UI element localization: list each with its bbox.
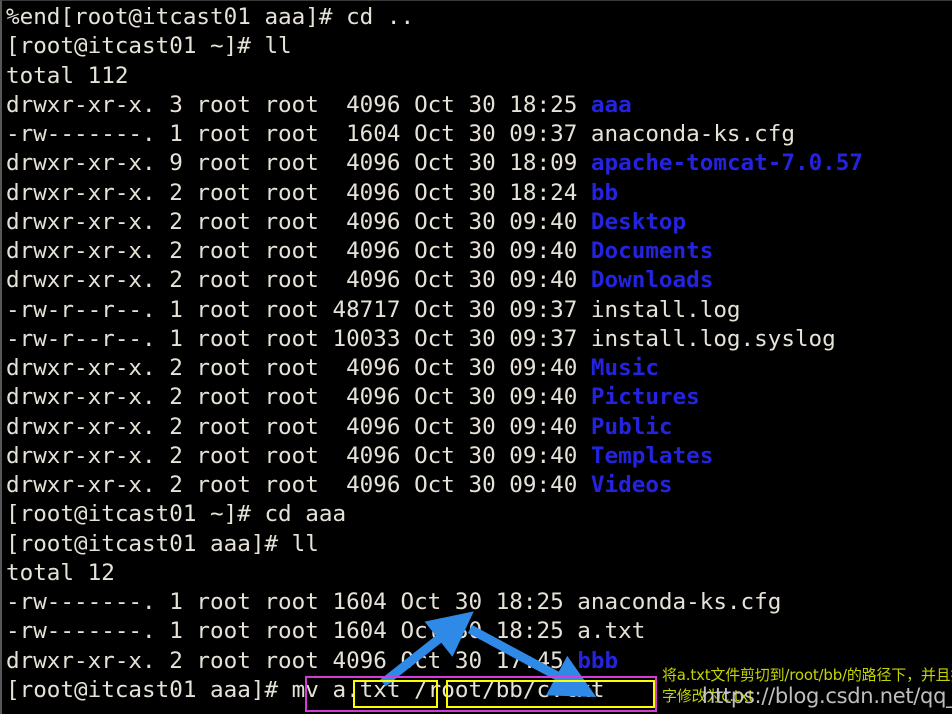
terminal-text: -rw-r--r--. 1 root root 10033 Oct 30 09:… [6,325,836,352]
terminal-line: -rw-------. 1 root root 1604 Oct 30 18:2… [6,588,952,617]
terminal-line: total 12 [6,559,952,588]
terminal-line: [root@itcast01 ~]# ll [6,32,952,61]
terminal-text: drwxr-xr-x. 2 root root 4096 Oct 30 09:4… [6,208,591,235]
terminal-line: drwxr-xr-x. 2 root root 4096 Oct 30 09:4… [6,383,952,412]
terminal-window[interactable]: %end[root@itcast01 aaa]# cd .. [root@itca… [0,0,952,714]
terminal-text: drwxr-xr-x. 9 root root 4096 Oct 30 18:0… [6,150,591,177]
directory-name: Music [590,355,659,381]
terminal-line: [root@itcast01 aaa]# mv a.txt /root/bb/c… [6,676,952,705]
terminal-text: drwxr-xr-x. 2 root root 4096 Oct 30 18:2… [6,179,591,206]
terminal-line: drwxr-xr-x. 2 root root 4096 Oct 30 09:4… [6,354,952,383]
terminal-text: -rw-r--r--. 1 root root 48717 Oct 30 09:… [6,296,741,323]
terminal-text: [root@itcast01 aaa]# ll [6,530,319,557]
terminal-line: -rw-------. 1 root root 1604 Oct 30 18:2… [6,617,952,646]
directory-name: Public [590,413,673,440]
directory-name: Desktop [590,208,687,235]
terminal-text: -rw-------. 1 root root 1604 Oct 30 09:3… [6,121,795,147]
terminal-line: drwxr-xr-x. 2 root root 4096 Oct 30 09:4… [6,237,952,266]
terminal-text: [root@itcast01 aaa]# mv a.txt /root/bb/c… [6,676,605,703]
terminal-text: %end[root@itcast01 aaa]# cd .. [6,4,415,30]
terminal-line: drwxr-xr-x. 3 root root 4096 Oct 30 18:2… [6,91,952,120]
terminal-text: -rw-------. 1 root root 1604 Oct 30 18:2… [6,589,782,615]
terminal-text: [root@itcast01 ~]# ll [6,33,292,60]
terminal-line: drwxr-xr-x. 2 root root 4096 Oct 30 17:4… [6,647,952,676]
directory-name: bbb [577,647,619,674]
terminal-text: [root@itcast01 ~]# cd aaa [6,501,347,528]
terminal-line: %end[root@itcast01 aaa]# cd .. [6,3,952,32]
directory-name: Pictures [590,384,700,411]
terminal-line: drwxr-xr-x. 9 root root 4096 Oct 30 18:0… [6,149,952,178]
terminal-text: total 12 [6,559,115,586]
terminal-text: drwxr-xr-x. 2 root root 4096 Oct 30 09:4… [6,355,591,381]
directory-name: Downloads [590,267,714,294]
directory-name: Templates [590,442,714,469]
terminal-text: drwxr-xr-x. 2 root root 4096 Oct 30 09:4… [6,442,591,469]
terminal-line: [root@itcast01 aaa]# ll [6,530,952,559]
terminal-text: drwxr-xr-x. 2 root root 4096 Oct 30 09:4… [6,413,591,440]
terminal-text: drwxr-xr-x. 2 root root 4096 Oct 30 09:4… [6,384,591,411]
directory-name: bb [590,179,619,206]
terminal-text: drwxr-xr-x. 3 root root 4096 Oct 30 18:2… [6,91,591,118]
directory-name: apache-tomcat-7.0.57 [590,150,863,177]
terminal-text: drwxr-xr-x. 2 root root 4096 Oct 30 09:4… [6,267,591,294]
terminal-line: [root@itcast01 ~]# cd aaa [6,500,952,529]
terminal-text: total 112 [6,62,129,89]
directory-name: Documents [590,238,714,264]
directory-name: aaa [590,91,632,118]
terminal-screen: %end[root@itcast01 aaa]# cd .. [root@itca… [6,3,952,705]
terminal-text: drwxr-xr-x. 2 root root 4096 Oct 30 09:4… [6,238,591,264]
terminal-line: drwxr-xr-x. 2 root root 4096 Oct 30 09:4… [6,442,952,471]
terminal-line: drwxr-xr-x. 2 root root 4096 Oct 30 18:2… [6,179,952,208]
directory-name: Videos [590,472,673,498]
terminal-line: drwxr-xr-x. 2 root root 4096 Oct 30 09:4… [6,413,952,442]
terminal-text: drwxr-xr-x. 2 root root 4096 Oct 30 09:4… [6,472,591,498]
terminal-line: -rw-r--r--. 1 root root 48717 Oct 30 09:… [6,296,952,325]
terminal-line: -rw-r--r--. 1 root root 10033 Oct 30 09:… [6,325,952,354]
terminal-text: drwxr-xr-x. 2 root root 4096 Oct 30 17:4… [6,647,578,674]
terminal-line: total 112 [6,62,952,91]
terminal-line: drwxr-xr-x. 2 root root 4096 Oct 30 09:4… [6,208,952,237]
terminal-line: drwxr-xr-x. 2 root root 4096 Oct 30 09:4… [6,471,952,500]
terminal-line: -rw-------. 1 root root 1604 Oct 30 09:3… [6,120,952,149]
terminal-text: -rw-------. 1 root root 1604 Oct 30 18:2… [6,618,646,645]
terminal-line: drwxr-xr-x. 2 root root 4096 Oct 30 09:4… [6,266,952,295]
